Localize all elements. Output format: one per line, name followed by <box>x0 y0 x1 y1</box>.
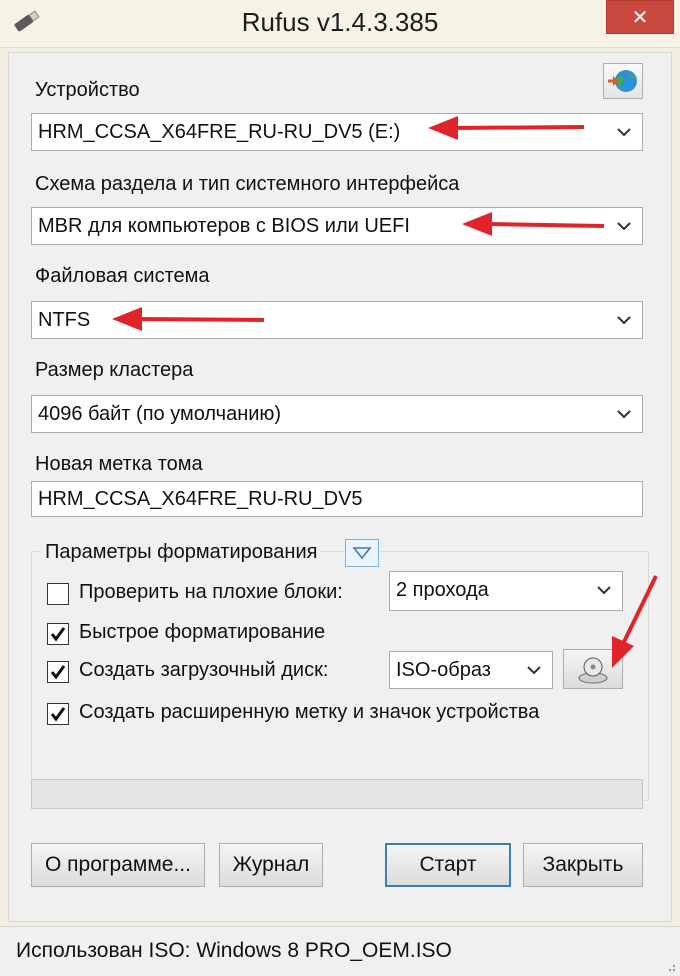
checkmark-icon <box>50 627 66 642</box>
boot-type-select[interactable]: ISO-образ <box>389 651 553 689</box>
partition-select-value: MBR для компьютеров с BIOS или UEFI <box>38 215 410 237</box>
bad-blocks-label: Проверить на плохие блоки: <box>79 581 343 603</box>
language-button[interactable] <box>603 63 643 99</box>
chevron-down-icon <box>617 128 631 137</box>
cluster-select-value: 4096 байт (по умолчанию) <box>38 403 282 425</box>
bad-blocks-passes-select[interactable]: 2 прохода <box>389 571 623 611</box>
quick-format-checkbox[interactable] <box>47 623 69 645</box>
filesystem-select[interactable]: NTFS <box>31 301 643 339</box>
partition-select[interactable]: MBR для компьютеров с BIOS или UEFI <box>31 207 643 245</box>
status-bar: Использован ISO: Windows 8 PRO_OEM.ISO <box>0 926 680 976</box>
status-text: Использован ISO: Windows 8 PRO_OEM.ISO <box>16 939 452 962</box>
disc-drive-icon <box>578 657 608 684</box>
title-bar: Rufus v1.4.3.385 ✕ <box>0 0 680 48</box>
partition-label: Схема раздела и тип системного интерфейс… <box>35 173 460 195</box>
select-iso-button[interactable] <box>563 649 623 689</box>
filesystem-select-value: NTFS <box>38 309 91 331</box>
about-button[interactable]: О программе... <box>31 843 205 887</box>
log-button[interactable]: Журнал <box>219 843 323 887</box>
extended-label-label: Создать расширенную метку и значок устро… <box>79 701 540 723</box>
bootable-label: Создать загрузочный диск: <box>79 659 329 681</box>
extended-label-checkbox[interactable] <box>47 703 69 725</box>
bad-blocks-passes-value: 2 прохода <box>396 579 489 601</box>
chevron-down-icon <box>617 410 631 419</box>
bad-blocks-checkbox[interactable] <box>47 583 69 605</box>
start-button[interactable]: Старт <box>385 843 511 887</box>
quick-format-label: Быстрое форматирование <box>79 621 326 643</box>
resize-grip-icon[interactable] <box>662 958 676 972</box>
triangle-down-icon <box>352 547 372 560</box>
device-select[interactable]: HRM_CCSA_X64FRE_RU-RU_DV5 (E:) <box>31 113 643 151</box>
chevron-down-icon <box>527 666 541 675</box>
chevron-down-icon <box>597 586 611 595</box>
bootable-checkbox[interactable] <box>47 661 69 683</box>
advanced-options-toggle[interactable] <box>345 539 379 567</box>
cluster-select[interactable]: 4096 байт (по умолчанию) <box>31 395 643 433</box>
checkmark-icon <box>50 665 66 680</box>
format-options-title: Параметры форматирования <box>41 541 322 564</box>
boot-type-value: ISO-образ <box>396 659 491 681</box>
checkmark-icon <box>50 707 66 722</box>
cluster-label: Размер кластера <box>35 359 194 381</box>
close-button[interactable]: Закрыть <box>523 843 643 887</box>
volume-label-input[interactable]: HRM_CCSA_X64FRE_RU-RU_DV5 <box>31 481 643 517</box>
device-label: Устройство <box>35 79 140 101</box>
main-panel: Устройство HRM_CCSA_X64FRE_RU-RU_DV5 (E:… <box>8 52 672 922</box>
device-select-value: HRM_CCSA_X64FRE_RU-RU_DV5 (E:) <box>38 121 401 143</box>
chevron-down-icon <box>617 222 631 231</box>
filesystem-label: Файловая система <box>35 265 210 287</box>
window-close-button[interactable]: ✕ <box>606 0 674 34</box>
globe-icon <box>608 70 637 92</box>
volume-label-caption: Новая метка тома <box>35 453 203 475</box>
progress-bar <box>31 779 643 809</box>
chevron-down-icon <box>617 316 631 325</box>
window-title: Rufus v1.4.3.385 <box>241 7 439 37</box>
